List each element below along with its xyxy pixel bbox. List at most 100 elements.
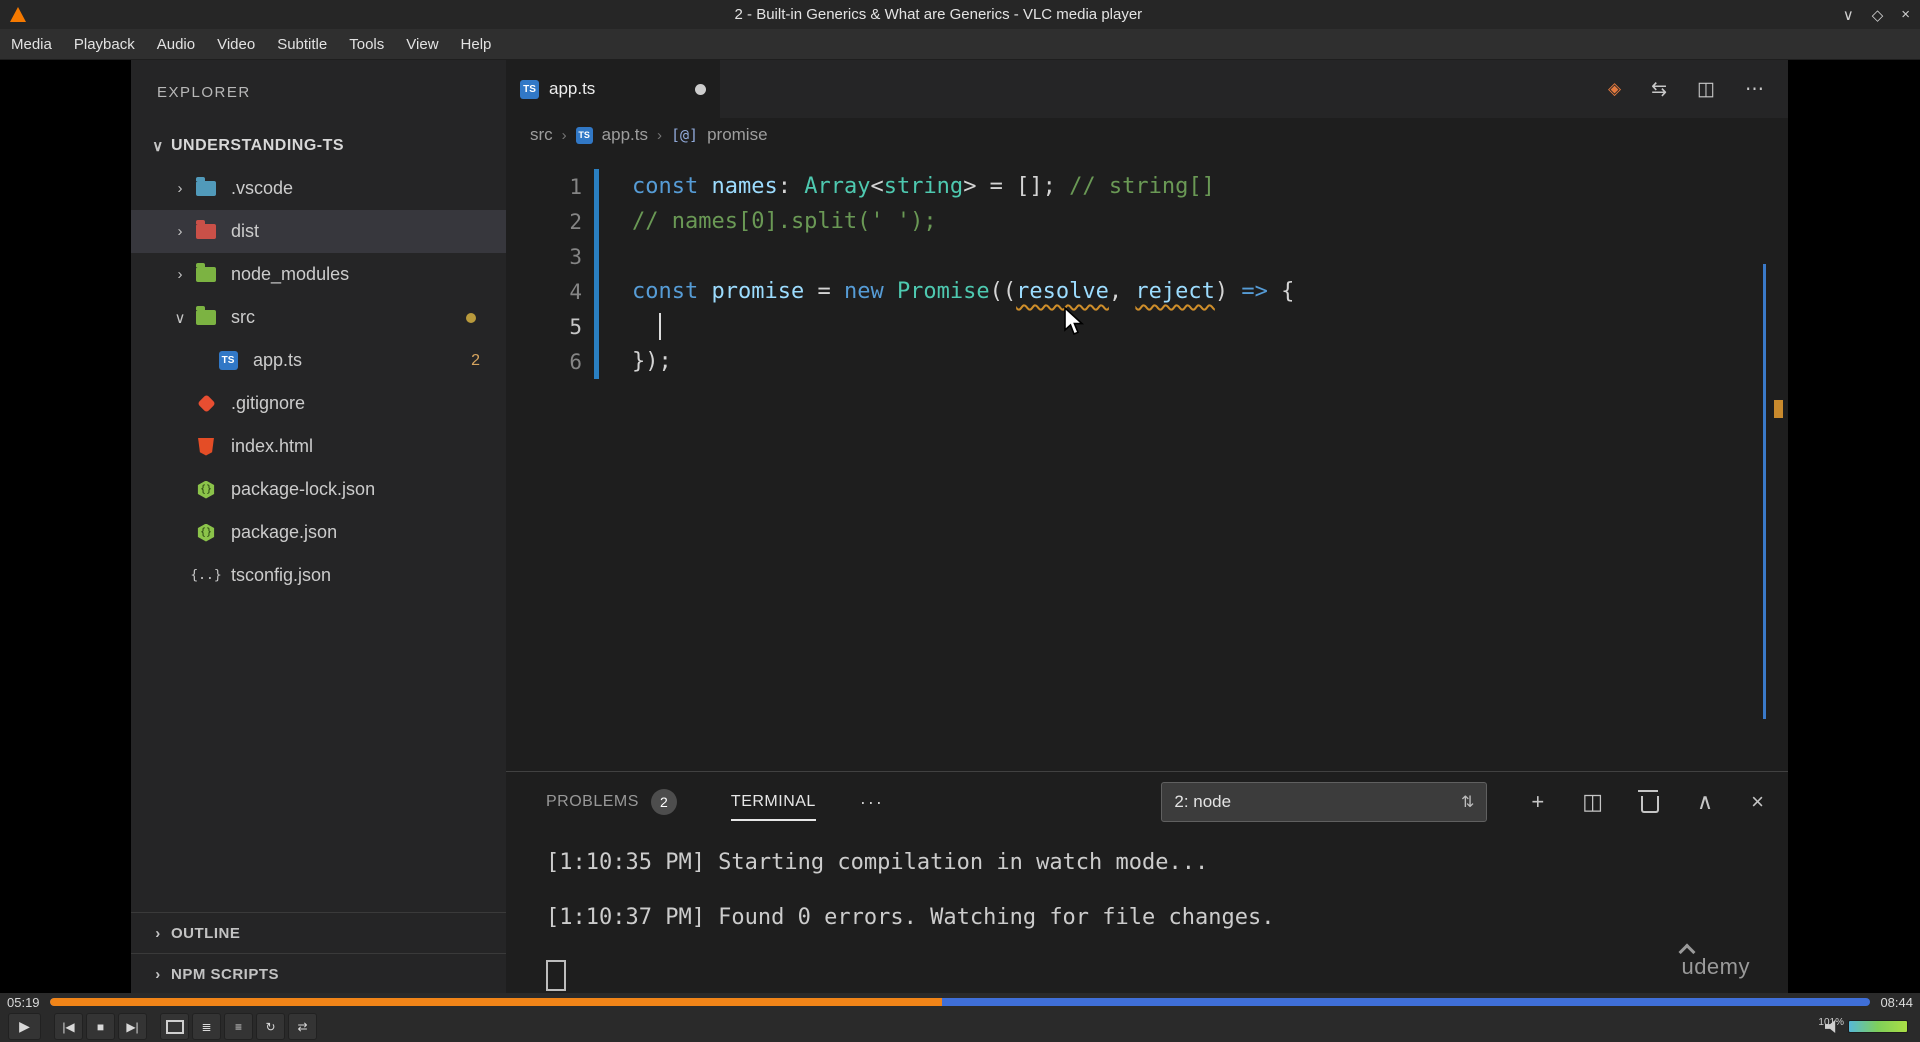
typescript-file-icon: TS bbox=[215, 350, 241, 372]
tree-item-package-json[interactable]: {} package.json bbox=[131, 511, 506, 554]
tree-item-app-ts[interactable]: TS app.ts 2 bbox=[131, 339, 506, 382]
breadcrumb: src › TS app.ts › [@] promise bbox=[506, 118, 1788, 152]
breadcrumb-symbol[interactable]: promise bbox=[707, 125, 767, 145]
menu-tools[interactable]: Tools bbox=[338, 29, 395, 59]
maximize-icon[interactable]: ◇ bbox=[1872, 6, 1884, 24]
transport-group: |◀ ■ ▶| bbox=[54, 1013, 147, 1040]
breadcrumb-folder[interactable]: src bbox=[530, 125, 553, 145]
text-cursor bbox=[658, 313, 661, 340]
tree-item-tsconfig-json[interactable]: {..} tsconfig.json bbox=[131, 554, 506, 597]
loop-button[interactable]: ↻ bbox=[256, 1013, 285, 1040]
code-text: // names[0].split(' '); bbox=[632, 209, 937, 234]
stop-button[interactable]: ■ bbox=[86, 1013, 115, 1040]
menu-subtitle[interactable]: Subtitle bbox=[266, 29, 338, 59]
maximize-panel-icon[interactable]: ∧ bbox=[1697, 789, 1713, 815]
tab-app-ts[interactable]: TS app.ts bbox=[506, 60, 720, 118]
udemy-watermark: udemy bbox=[1678, 943, 1750, 980]
code-line[interactable]: 4 const promise = new Promise((resolve, … bbox=[506, 274, 1788, 309]
playlist-button[interactable]: ≡ bbox=[224, 1013, 253, 1040]
previous-button[interactable]: |◀ bbox=[54, 1013, 83, 1040]
json-file-icon: {} bbox=[193, 522, 219, 544]
code-text: const promise = new Promise((resolve, re… bbox=[632, 279, 1295, 304]
terminal-output[interactable]: [1:10:35 PM] Starting compilation in wat… bbox=[506, 832, 1788, 991]
vlc-cone-icon bbox=[10, 7, 26, 22]
minimize-icon[interactable]: ∨ bbox=[1843, 6, 1854, 24]
kill-terminal-icon[interactable] bbox=[1638, 790, 1660, 813]
section-label: NPM SCRIPTS bbox=[171, 965, 280, 983]
chevron-down-icon: ∨ bbox=[152, 137, 164, 155]
section-npm-scripts[interactable]: › NPM SCRIPTS bbox=[131, 953, 506, 993]
chevron-right-icon: › bbox=[155, 924, 161, 942]
fullscreen-button[interactable] bbox=[160, 1013, 189, 1040]
time-elapsed: 05:19 bbox=[7, 994, 40, 1010]
panel-tabs: PROBLEMS 2 TERMINAL ··· 2: node ⇅ + ◫ ∧ … bbox=[506, 772, 1788, 832]
open-changes-icon[interactable]: ◈ bbox=[1608, 79, 1621, 99]
tab-terminal[interactable]: TERMINAL bbox=[730, 793, 816, 821]
menu-audio[interactable]: Audio bbox=[146, 29, 206, 59]
next-button[interactable]: ▶| bbox=[118, 1013, 147, 1040]
breadcrumb-separator-icon: › bbox=[561, 126, 567, 144]
split-terminal-icon[interactable]: ◫ bbox=[1582, 789, 1603, 815]
tree-item-src[interactable]: ∨ src bbox=[131, 296, 506, 339]
shell-selector-dropdown[interactable]: 2: node ⇅ bbox=[1161, 782, 1488, 822]
problems-count-badge: 2 bbox=[471, 351, 480, 369]
code-line[interactable]: 1 const names: Array<string> = []; // st… bbox=[506, 169, 1788, 204]
video-canvas[interactable]: EXPLORER ∨ UNDERSTANDING-TS › .vscode › … bbox=[0, 60, 1920, 993]
menu-video[interactable]: Video bbox=[206, 29, 266, 59]
close-panel-icon[interactable]: × bbox=[1751, 789, 1764, 815]
volume-slider[interactable] bbox=[1848, 1020, 1908, 1033]
menu-view[interactable]: View bbox=[395, 29, 449, 59]
editor-column: TS app.ts ◈ ⇆ ◫ ⋯ src › TS app.ts › [@] … bbox=[506, 60, 1788, 993]
tree-item-label: .vscode bbox=[231, 178, 294, 198]
tree-item-gitignore[interactable]: .gitignore bbox=[131, 382, 506, 425]
window-controls: ∨ ◇ × bbox=[1843, 6, 1910, 24]
code-line[interactable]: 3 bbox=[506, 239, 1788, 274]
git-file-icon bbox=[193, 393, 219, 415]
seek-slider[interactable] bbox=[49, 998, 1871, 1006]
panel-action-icons: + ◫ ∧ × bbox=[1531, 789, 1764, 815]
menu-help[interactable]: Help bbox=[450, 29, 503, 59]
menu-media[interactable]: Media bbox=[0, 29, 63, 59]
extended-settings-button[interactable]: ≣ bbox=[192, 1013, 221, 1040]
tree-item-node-modules[interactable]: › node_modules bbox=[131, 253, 506, 296]
code-line[interactable]: 6 }); bbox=[506, 344, 1788, 379]
play-button[interactable]: ▶ bbox=[8, 1013, 41, 1040]
dropdown-arrows-icon: ⇅ bbox=[1460, 794, 1475, 811]
tree-item-index-html[interactable]: index.html bbox=[131, 425, 506, 468]
seek-fill bbox=[49, 998, 942, 1006]
tree-item-label: package.json bbox=[231, 522, 338, 542]
tree-root-understanding-ts[interactable]: ∨ UNDERSTANDING-TS bbox=[131, 124, 506, 167]
section-outline[interactable]: › OUTLINE bbox=[131, 912, 506, 953]
new-terminal-icon[interactable]: + bbox=[1531, 789, 1544, 815]
breadcrumb-separator-icon: › bbox=[656, 126, 662, 144]
window-title: 2 - Built-in Generics & What are Generic… bbox=[734, 6, 1143, 23]
tree-item-package-lock-json[interactable]: {} package-lock.json bbox=[131, 468, 506, 511]
chevron-right-icon: › bbox=[177, 223, 183, 240]
line-number: 2 bbox=[569, 209, 582, 234]
vlc-titlebar: 2 - Built-in Generics & What are Generic… bbox=[0, 0, 1920, 29]
vscode-window: EXPLORER ∨ UNDERSTANDING-TS › .vscode › … bbox=[131, 60, 1788, 993]
modified-dot-badge bbox=[466, 312, 476, 323]
tree-item-dist[interactable]: › dist bbox=[131, 210, 506, 253]
tree-item-label: index.html bbox=[231, 436, 314, 456]
seek-bar-row: 05:19 08:44 bbox=[0, 993, 1920, 1011]
tree-item-vscode[interactable]: › .vscode bbox=[131, 167, 506, 210]
explorer-title: EXPLORER bbox=[157, 83, 251, 101]
split-editor-icon[interactable]: ◫ bbox=[1697, 78, 1715, 101]
panel-more-icon[interactable]: ··· bbox=[860, 792, 884, 813]
menu-playback[interactable]: Playback bbox=[63, 29, 146, 59]
line-number: 4 bbox=[569, 279, 582, 304]
compare-changes-icon[interactable]: ⇆ bbox=[1651, 78, 1667, 101]
breadcrumb-file[interactable]: app.ts bbox=[602, 125, 648, 145]
code-line-current[interactable]: 5 bbox=[506, 309, 1788, 344]
folder-icon bbox=[193, 306, 219, 329]
tree-item-label: src bbox=[231, 307, 255, 327]
close-icon[interactable]: × bbox=[1901, 6, 1910, 24]
code-editor[interactable]: 1 const names: Array<string> = []; // st… bbox=[506, 152, 1788, 771]
terminal-cursor bbox=[546, 960, 566, 991]
shuffle-button[interactable]: ⇄ bbox=[288, 1013, 317, 1040]
watermark-text: udemy bbox=[1681, 954, 1750, 979]
tab-problems[interactable]: PROBLEMS 2 bbox=[546, 789, 677, 815]
code-line[interactable]: 2 // names[0].split(' '); bbox=[506, 204, 1788, 239]
more-actions-icon[interactable]: ⋯ bbox=[1745, 78, 1764, 101]
